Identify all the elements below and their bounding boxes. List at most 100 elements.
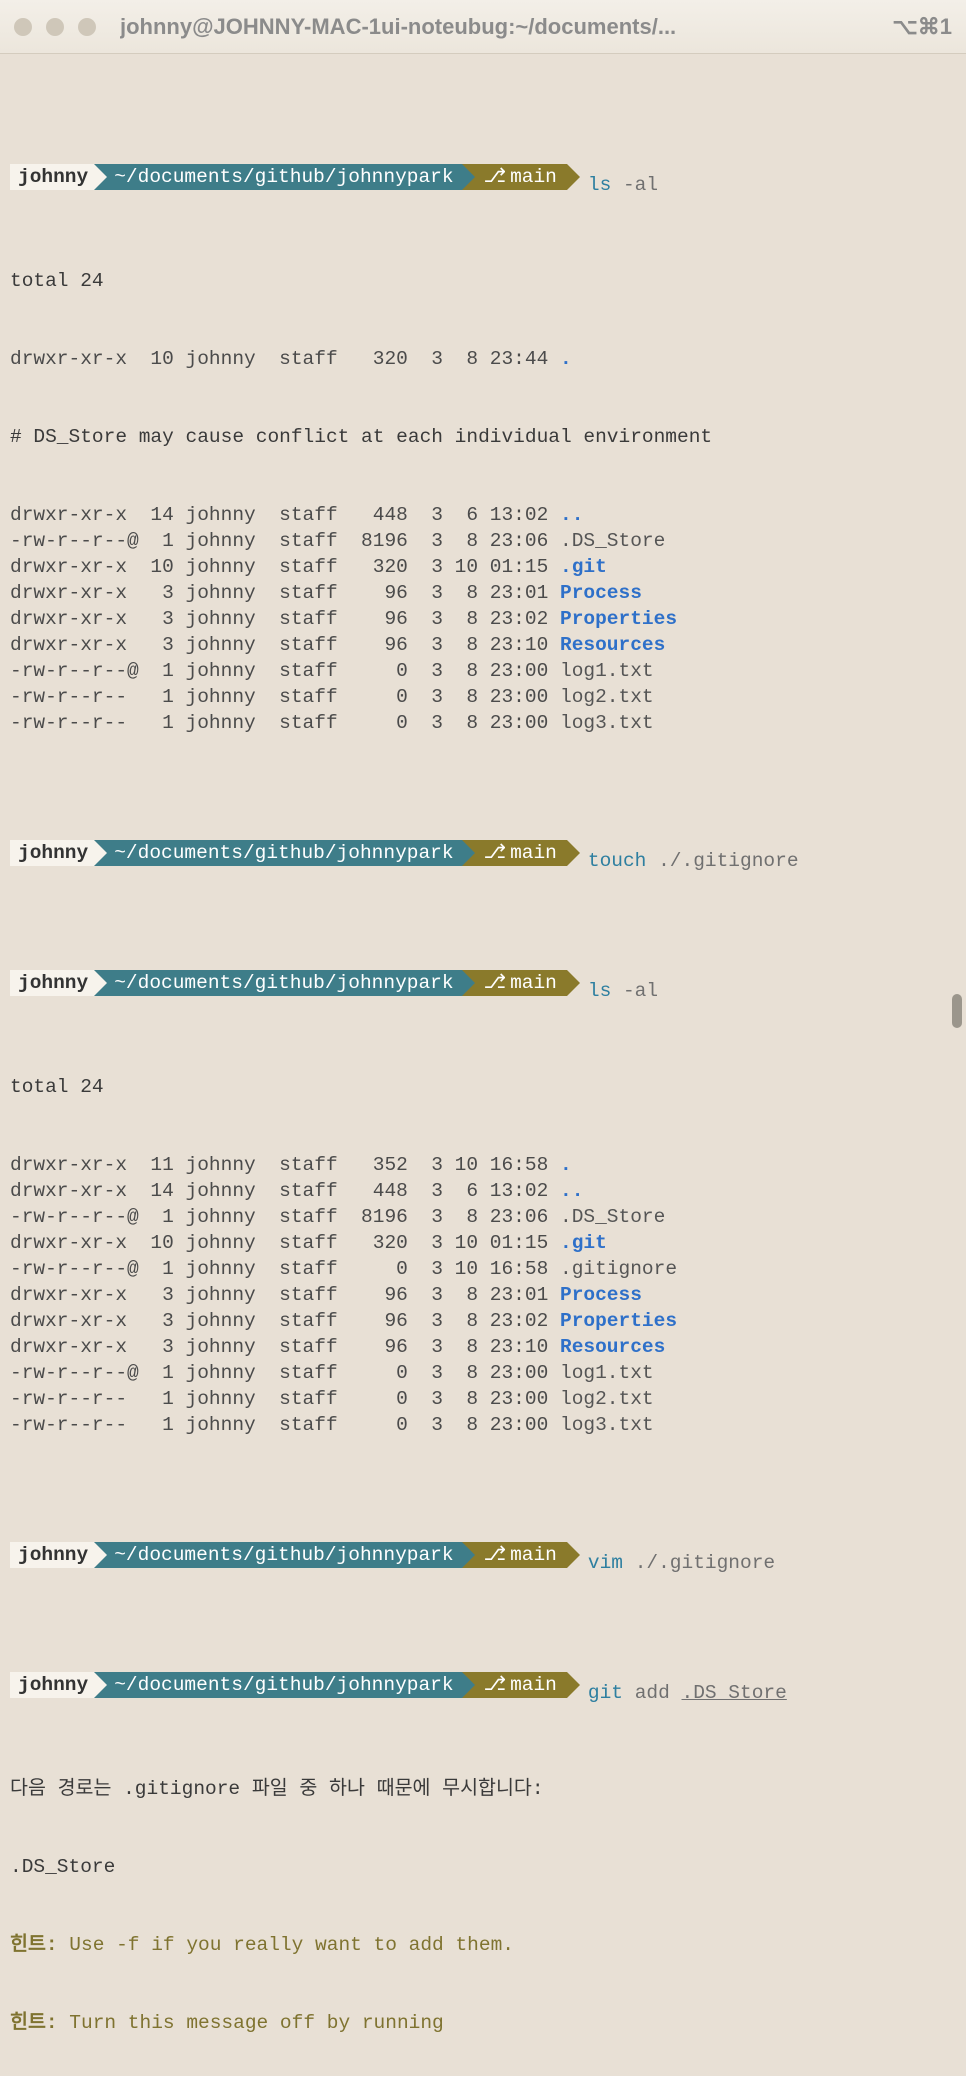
prompt-user: johnny bbox=[10, 164, 94, 190]
ls-row: -rw-r--r--@ 1 johnny staff 0 3 8 23:00 l… bbox=[10, 1360, 958, 1386]
prompt-line: johnny~/documents/github/johnnypark⎇main… bbox=[10, 1672, 958, 1698]
prompt-path: ~/documents/github/johnnypark bbox=[94, 1672, 461, 1698]
file-name: log3.txt bbox=[560, 712, 654, 734]
ls-output-line: total 24 bbox=[10, 268, 958, 294]
chevron-right-icon bbox=[94, 1672, 107, 1698]
chevron-right-icon bbox=[567, 1542, 580, 1568]
ls-row: drwxr-xr-x 3 johnny staff 96 3 8 23:02 P… bbox=[10, 1308, 958, 1334]
prompt-branch: ⎇main bbox=[462, 1672, 567, 1698]
command: ls -al bbox=[580, 174, 658, 196]
ls-row: drwxr-xr-x 3 johnny staff 96 3 8 23:01 P… bbox=[10, 1282, 958, 1308]
chevron-right-icon bbox=[94, 164, 107, 190]
prompt-line: johnny~/documents/github/johnnypark⎇main… bbox=[10, 164, 958, 190]
ls-output-line: total 24 bbox=[10, 1074, 958, 1100]
file-name: Resources bbox=[560, 634, 665, 656]
chevron-right-icon bbox=[462, 840, 475, 866]
ls-row: -rw-r--r--@ 1 johnny staff 8196 3 8 23:0… bbox=[10, 528, 958, 554]
command: git add .DS_Store bbox=[580, 1682, 787, 1704]
prompt-path: ~/documents/github/johnnypark bbox=[94, 1542, 461, 1568]
chevron-right-icon bbox=[567, 970, 580, 996]
file-name: log2.txt bbox=[560, 686, 654, 708]
file-name: Resources bbox=[560, 1336, 665, 1358]
file-name: log2.txt bbox=[560, 1388, 654, 1410]
chevron-right-icon bbox=[94, 840, 107, 866]
ls-row: -rw-r--r-- 1 johnny staff 0 3 8 23:00 lo… bbox=[10, 1412, 958, 1438]
branch-icon: ⎇ bbox=[484, 1544, 506, 1566]
zoom-window-button[interactable] bbox=[78, 18, 96, 36]
prompt-branch: ⎇main bbox=[462, 840, 567, 866]
prompt-line: johnny~/documents/github/johnnypark⎇main… bbox=[10, 970, 958, 996]
prompt-branch: ⎇main bbox=[462, 1542, 567, 1568]
chevron-right-icon bbox=[94, 970, 107, 996]
prompt-user: johnny bbox=[10, 970, 94, 996]
chevron-right-icon bbox=[567, 1672, 580, 1698]
scrollbar-thumb[interactable] bbox=[952, 994, 962, 1028]
ls-row: drwxr-xr-x 3 johnny staff 96 3 8 23:10 R… bbox=[10, 632, 958, 658]
branch-name: main bbox=[510, 972, 557, 994]
file-name: Properties bbox=[560, 608, 677, 630]
chevron-right-icon bbox=[462, 164, 475, 190]
file-name: Process bbox=[560, 582, 642, 604]
window-shortcut-label: ⌥⌘1 bbox=[892, 14, 952, 40]
window-title: johnny@JOHNNY-MAC-1ui-noteubug:~/documen… bbox=[120, 14, 882, 40]
prompt-line: johnny~/documents/github/johnnypark⎇main… bbox=[10, 840, 958, 866]
ls-row: drwxr-xr-x 10 johnny staff 320 3 8 23:44… bbox=[10, 346, 958, 372]
branch-name: main bbox=[510, 166, 557, 188]
file-name: . bbox=[560, 1154, 572, 1176]
chevron-right-icon bbox=[567, 840, 580, 866]
ls-row: drwxr-xr-x 3 johnny staff 96 3 8 23:10 R… bbox=[10, 1334, 958, 1360]
file-name: .. bbox=[560, 1180, 583, 1202]
file-name: .gitignore bbox=[560, 1258, 677, 1280]
chevron-right-icon bbox=[462, 1672, 475, 1698]
window-traffic-lights bbox=[14, 18, 96, 36]
branch-icon: ⎇ bbox=[484, 972, 506, 994]
git-output-line: 다음 경로는 .gitignore 파일 중 하나 때문에 무시합니다: bbox=[10, 1776, 958, 1802]
branch-icon: ⎇ bbox=[484, 842, 506, 864]
git-output-line: .DS_Store bbox=[10, 1854, 958, 1880]
command: ls -al bbox=[580, 980, 658, 1002]
ls-row: -rw-r--r-- 1 johnny staff 0 3 8 23:00 lo… bbox=[10, 684, 958, 710]
prompt-path: ~/documents/github/johnnypark bbox=[94, 970, 461, 996]
minimize-window-button[interactable] bbox=[46, 18, 64, 36]
ls-row: -rw-r--r--@ 1 johnny staff 0 3 10 16:58 … bbox=[10, 1256, 958, 1282]
ls-row: drwxr-xr-x 14 johnny staff 448 3 6 13:02… bbox=[10, 502, 958, 528]
file-name: log1.txt bbox=[560, 1362, 654, 1384]
ls-row: drwxr-xr-x 14 johnny staff 448 3 6 13:02… bbox=[10, 1178, 958, 1204]
chevron-right-icon bbox=[462, 1542, 475, 1568]
prompt-user: johnny bbox=[10, 840, 94, 866]
prompt-path: ~/documents/github/johnnypark bbox=[94, 164, 461, 190]
branch-name: main bbox=[510, 1544, 557, 1566]
branch-icon: ⎇ bbox=[484, 1674, 506, 1696]
prompt-path: ~/documents/github/johnnypark bbox=[94, 840, 461, 866]
ls-row: drwxr-xr-x 11 johnny staff 352 3 10 16:5… bbox=[10, 1152, 958, 1178]
ls-row: -rw-r--r--@ 1 johnny staff 0 3 8 23:00 l… bbox=[10, 658, 958, 684]
branch-name: main bbox=[510, 1674, 557, 1696]
ls-row: drwxr-xr-x 3 johnny staff 96 3 8 23:02 P… bbox=[10, 606, 958, 632]
prompt-branch: ⎇main bbox=[462, 164, 567, 190]
file-name: .DS_Store bbox=[560, 530, 665, 552]
close-window-button[interactable] bbox=[14, 18, 32, 36]
file-name: .. bbox=[560, 504, 583, 526]
prompt-user: johnny bbox=[10, 1542, 94, 1568]
ls-row: drwxr-xr-x 3 johnny staff 96 3 8 23:01 P… bbox=[10, 580, 958, 606]
file-name: .git bbox=[560, 1232, 607, 1254]
file-name: log3.txt bbox=[560, 1414, 654, 1436]
ls-row: -rw-r--r-- 1 johnny staff 0 3 8 23:00 lo… bbox=[10, 1386, 958, 1412]
prompt-line: johnny~/documents/github/johnnypark⎇main… bbox=[10, 1542, 958, 1568]
ls-row: -rw-r--r-- 1 johnny staff 0 3 8 23:00 lo… bbox=[10, 710, 958, 736]
ls-row: drwxr-xr-x 10 johnny staff 320 3 10 01:1… bbox=[10, 554, 958, 580]
terminal-viewport[interactable]: johnny~/documents/github/johnnypark⎇main… bbox=[0, 54, 966, 2076]
prompt-user: johnny bbox=[10, 1672, 94, 1698]
git-hint-line: 힌트: Turn this message off by running bbox=[10, 2010, 958, 2036]
ls-row: -rw-r--r--@ 1 johnny staff 8196 3 8 23:0… bbox=[10, 1204, 958, 1230]
command: vim ./.gitignore bbox=[580, 1552, 775, 1574]
file-name: .git bbox=[560, 556, 607, 578]
branch-icon: ⎇ bbox=[484, 166, 506, 188]
chevron-right-icon bbox=[567, 164, 580, 190]
file-name: Properties bbox=[560, 1310, 677, 1332]
git-hint-line: 힌트: Use -f if you really want to add the… bbox=[10, 1932, 958, 1958]
chevron-right-icon bbox=[94, 1542, 107, 1568]
prompt-branch: ⎇main bbox=[462, 970, 567, 996]
file-name: . bbox=[560, 348, 572, 370]
ls-row: drwxr-xr-x 10 johnny staff 320 3 10 01:1… bbox=[10, 1230, 958, 1256]
